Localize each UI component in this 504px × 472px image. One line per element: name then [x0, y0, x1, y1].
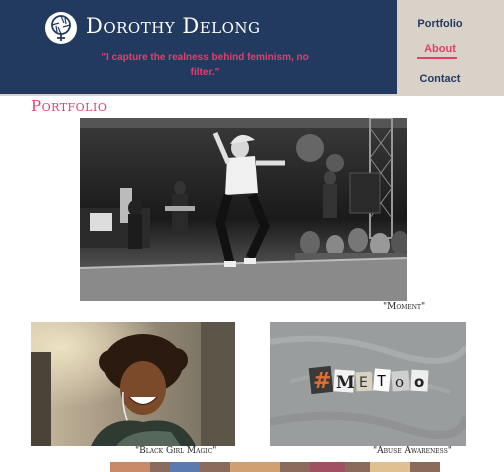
nav-item-portfolio[interactable]: Portfolio — [397, 18, 483, 30]
section-title: Portfolio — [31, 97, 108, 115]
gallery-photo-partial[interactable] — [110, 462, 440, 472]
svg-text:#: # — [313, 369, 331, 394]
gallery-photo-moment[interactable] — [80, 118, 407, 301]
tagline: "I capture the realness behind feminism,… — [101, 52, 309, 78]
photo-caption-moment: "Moment" — [383, 302, 426, 312]
main-nav: Portfolio About Contact — [397, 0, 504, 94]
nav-item-about[interactable]: About — [397, 43, 483, 55]
gallery-photo-abuse-awareness[interactable]: # M E T o o — [270, 322, 466, 446]
header-divider — [0, 94, 504, 96]
nav-item-contact[interactable]: Contact — [397, 73, 483, 85]
svg-text:M: M — [336, 373, 355, 393]
site-name[interactable]: Dorothy Delong — [86, 14, 261, 38]
svg-text:T: T — [377, 372, 386, 390]
active-nav-underline — [417, 57, 457, 59]
svg-text:E: E — [359, 375, 368, 391]
camera-aperture-female-icon[interactable] — [45, 12, 77, 44]
site-header: Dorothy Delong "I capture the realness b… — [0, 0, 397, 94]
gallery-photo-black-girl-magic[interactable] — [31, 322, 235, 446]
svg-text:o: o — [414, 373, 424, 391]
photo-caption-black-girl-magic: "Black Girl Magic" — [135, 446, 217, 456]
photo-caption-abuse-awareness: "Abuse Awareness" — [373, 446, 452, 456]
svg-text:o: o — [395, 373, 404, 391]
